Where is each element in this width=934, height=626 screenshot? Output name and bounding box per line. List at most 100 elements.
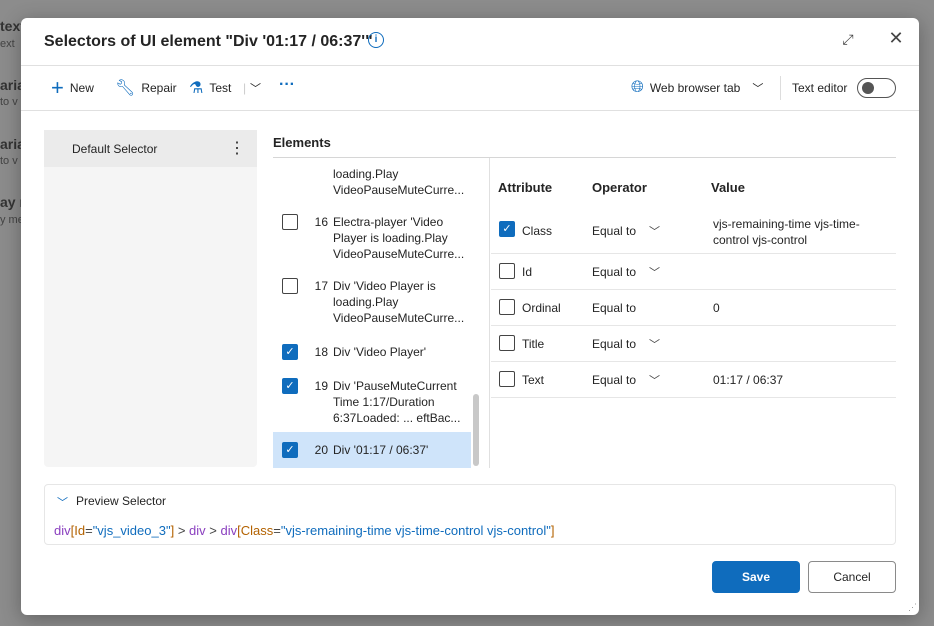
selectors-panel: Default Selector ⋮ bbox=[44, 130, 257, 467]
attribute-row-ordinal: Ordinal Equal to 0 bbox=[491, 290, 896, 326]
chevron-down-icon: ﹀ bbox=[57, 497, 68, 509]
attribute-name: Id bbox=[522, 265, 533, 279]
text-editor-label: Text editor bbox=[792, 81, 848, 95]
elements-heading: Elements bbox=[273, 135, 331, 150]
header-attribute: Attribute bbox=[498, 180, 553, 195]
preview-label: Preview Selector bbox=[76, 494, 167, 508]
code-token: "vjs-remaining-time vjs-time-control vjs… bbox=[280, 523, 551, 538]
list-item[interactable]: 17 Div 'Video Player is loading.Play Vide… bbox=[273, 278, 471, 326]
target-label: Web browser tab bbox=[649, 81, 741, 95]
flask-icon: ⚗︎ bbox=[189, 80, 204, 97]
more-vertical-icon[interactable]: ⋮ bbox=[229, 138, 245, 158]
element-checkbox[interactable]: ✓ bbox=[282, 344, 298, 360]
resize-grip-icon[interactable]: ⋰ bbox=[908, 602, 917, 613]
element-number: 20 bbox=[314, 443, 328, 457]
operator-select[interactable]: Equal to bbox=[592, 265, 636, 279]
chevron-down-icon[interactable]: ﹀ bbox=[649, 372, 660, 388]
more-options-icon[interactable]: ··· bbox=[279, 75, 295, 95]
chevron-down-icon[interactable]: ﹀ bbox=[649, 264, 660, 280]
list-item[interactable]: loading.Play VideoPauseMuteCurre... bbox=[273, 166, 471, 198]
attribute-checkbox[interactable] bbox=[499, 263, 515, 279]
new-button[interactable]: + New bbox=[51, 75, 94, 100]
code-token: > bbox=[174, 523, 190, 538]
text-editor-toggle[interactable] bbox=[857, 78, 896, 98]
bg-text: to v bbox=[0, 155, 18, 167]
toggle-knob bbox=[862, 82, 874, 94]
preview-selector-toggle[interactable]: ﹀ Preview Selector bbox=[57, 494, 166, 510]
cancel-button[interactable]: Cancel bbox=[808, 561, 896, 593]
expand-icon[interactable]: ⤢ bbox=[838, 31, 858, 51]
element-text: Electra-player 'Video Player is loading.… bbox=[333, 215, 465, 261]
wrench-icon: 🔧︎ bbox=[115, 80, 136, 97]
divider bbox=[21, 65, 919, 66]
element-text: loading.Play VideoPauseMuteCurre... bbox=[333, 167, 465, 197]
attribute-row-class: ✓ Class Equal to ﹀ vjs-remaining-time vj… bbox=[491, 208, 896, 254]
attribute-checkbox[interactable]: ✓ bbox=[499, 221, 515, 237]
element-checkbox[interactable]: ✓ bbox=[282, 442, 298, 458]
close-icon[interactable]: ✕ bbox=[886, 28, 906, 48]
attribute-row-id: Id Equal to ﹀ bbox=[491, 254, 896, 290]
list-item-selected[interactable]: ✓ 20 Div '01:17 / 06:37' bbox=[273, 432, 471, 468]
divider bbox=[21, 110, 919, 111]
element-number: 18 bbox=[314, 345, 328, 359]
attribute-checkbox[interactable] bbox=[499, 299, 515, 315]
attribute-value[interactable]: 01:17 / 06:37 bbox=[713, 373, 783, 387]
info-icon[interactable]: i bbox=[368, 32, 384, 48]
code-token: div bbox=[220, 523, 238, 538]
list-item[interactable]: ✓ 18 Div 'Video Player' bbox=[273, 344, 471, 360]
operator-select[interactable]: Equal to bbox=[592, 337, 636, 351]
attribute-name: Ordinal bbox=[522, 301, 561, 315]
attribute-value[interactable]: vjs-remaining-time vjs-time-control vjs-… bbox=[713, 216, 888, 248]
save-button[interactable]: Save bbox=[712, 561, 800, 593]
element-text: Div 'Video Player' bbox=[333, 345, 427, 359]
attribute-checkbox[interactable] bbox=[499, 371, 515, 387]
attribute-row-title: Title Equal to ﹀ bbox=[491, 326, 896, 362]
selector-item-default[interactable]: Default Selector ⋮ bbox=[44, 130, 257, 167]
element-number: 16 bbox=[314, 215, 328, 229]
element-checkbox[interactable]: ✓ bbox=[282, 378, 298, 394]
header-operator: Operator bbox=[592, 180, 647, 195]
dialog-title: Selectors of UI element "Div '01:17 / 06… bbox=[44, 33, 373, 50]
attribute-value[interactable]: 0 bbox=[713, 301, 720, 315]
test-dropdown-chevron-icon[interactable]: ﹀ bbox=[250, 78, 261, 98]
chevron-down-icon[interactable]: ﹀ bbox=[649, 336, 660, 352]
element-number: 19 bbox=[314, 379, 328, 393]
scrollbar[interactable] bbox=[473, 394, 479, 466]
chevron-down-icon[interactable]: ﹀ bbox=[649, 223, 660, 239]
selector-code[interactable]: div[Id="vjs_video_3"] > div > div[Class=… bbox=[54, 523, 554, 538]
repair-label: Repair bbox=[141, 81, 177, 95]
element-checkbox[interactable] bbox=[282, 214, 298, 230]
new-label: New bbox=[69, 81, 94, 95]
selector-label: Default Selector bbox=[72, 142, 158, 156]
code-token: Id bbox=[74, 523, 86, 538]
attribute-name: Text bbox=[522, 373, 545, 387]
bg-text: ext bbox=[0, 38, 15, 50]
operator-label: Equal to bbox=[592, 301, 637, 315]
preview-selector-panel: ﹀ Preview Selector div[Id="vjs_video_3"] … bbox=[44, 484, 896, 545]
list-item[interactable]: 16 Electra-player 'Video Player is loadin… bbox=[273, 214, 471, 262]
code-token: = bbox=[273, 523, 281, 538]
operator-select[interactable]: Equal to bbox=[592, 373, 636, 387]
test-label: Test bbox=[209, 81, 232, 95]
code-token: Class bbox=[240, 523, 274, 538]
bg-text: to v bbox=[0, 96, 18, 108]
code-token: > bbox=[205, 523, 221, 538]
element-text: Div 'Video Player is loading.Play VideoP… bbox=[333, 279, 465, 325]
divider bbox=[489, 158, 490, 468]
attribute-row-text: Text Equal to ﹀ 01:17 / 06:37 bbox=[491, 362, 896, 398]
operator-select[interactable]: Equal to bbox=[592, 224, 636, 238]
test-button[interactable]: ⚗︎ Test bbox=[189, 78, 231, 98]
divider bbox=[780, 76, 781, 100]
attribute-checkbox[interactable] bbox=[499, 335, 515, 351]
list-item[interactable]: ✓ 19 Div 'PauseMuteCurrent Time 1:17/Durat… bbox=[273, 378, 471, 426]
repair-button[interactable]: 🔧︎ Repair bbox=[115, 78, 177, 98]
chevron-down-icon: ﹀ bbox=[752, 83, 764, 95]
element-text: Div 'PauseMuteCurrent Time 1:17/Duration… bbox=[333, 379, 461, 425]
code-token: div bbox=[189, 523, 206, 538]
code-token: div bbox=[54, 523, 71, 538]
element-checkbox[interactable] bbox=[282, 278, 298, 294]
code-token: "vjs_video_3" bbox=[92, 523, 171, 538]
element-text: Div '01:17 / 06:37' bbox=[333, 443, 429, 457]
attribute-name: Class bbox=[522, 224, 553, 238]
target-dropdown[interactable]: 🌐︎ Web browser tab ﹀ bbox=[631, 78, 763, 98]
